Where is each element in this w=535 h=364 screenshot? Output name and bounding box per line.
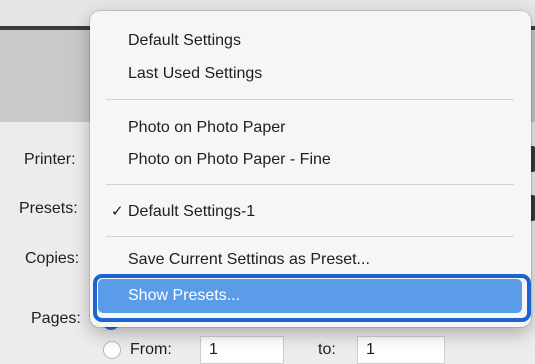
pages-label: Pages: <box>31 310 81 327</box>
to-field[interactable]: 1 <box>357 336 445 364</box>
checkmark-icon: ✓ <box>111 203 124 220</box>
menu-item-photo-paper-fine[interactable]: Photo on Photo Paper - Fine <box>128 150 331 170</box>
menu-separator <box>106 184 514 185</box>
menu-item-default-settings[interactable]: Default Settings <box>128 31 241 51</box>
menu-item-default-settings-1[interactable]: Default Settings-1 <box>128 202 255 222</box>
presets-label: Presets: <box>19 200 78 217</box>
presets-menu: Default Settings Last Used Settings Phot… <box>90 11 531 327</box>
menu-item-show-presets-label: Show Presets... <box>128 287 241 304</box>
menu-item-photo-paper[interactable]: Photo on Photo Paper <box>128 118 285 138</box>
from-field[interactable]: 1 <box>200 336 284 364</box>
to-label: to: <box>318 341 336 358</box>
menu-item-last-used-settings[interactable]: Last Used Settings <box>128 64 262 84</box>
menu-item-show-presets[interactable]: Show Presets... <box>93 274 531 322</box>
copies-label: Copies: <box>25 250 80 267</box>
pages-range-radio[interactable] <box>103 341 121 359</box>
menu-item-save-preset[interactable]: Save Current Settings as Preset... <box>128 250 370 264</box>
printer-label: Printer: <box>24 151 76 168</box>
from-label: From: <box>130 341 172 358</box>
menu-separator <box>106 99 514 100</box>
menu-separator <box>106 236 514 237</box>
